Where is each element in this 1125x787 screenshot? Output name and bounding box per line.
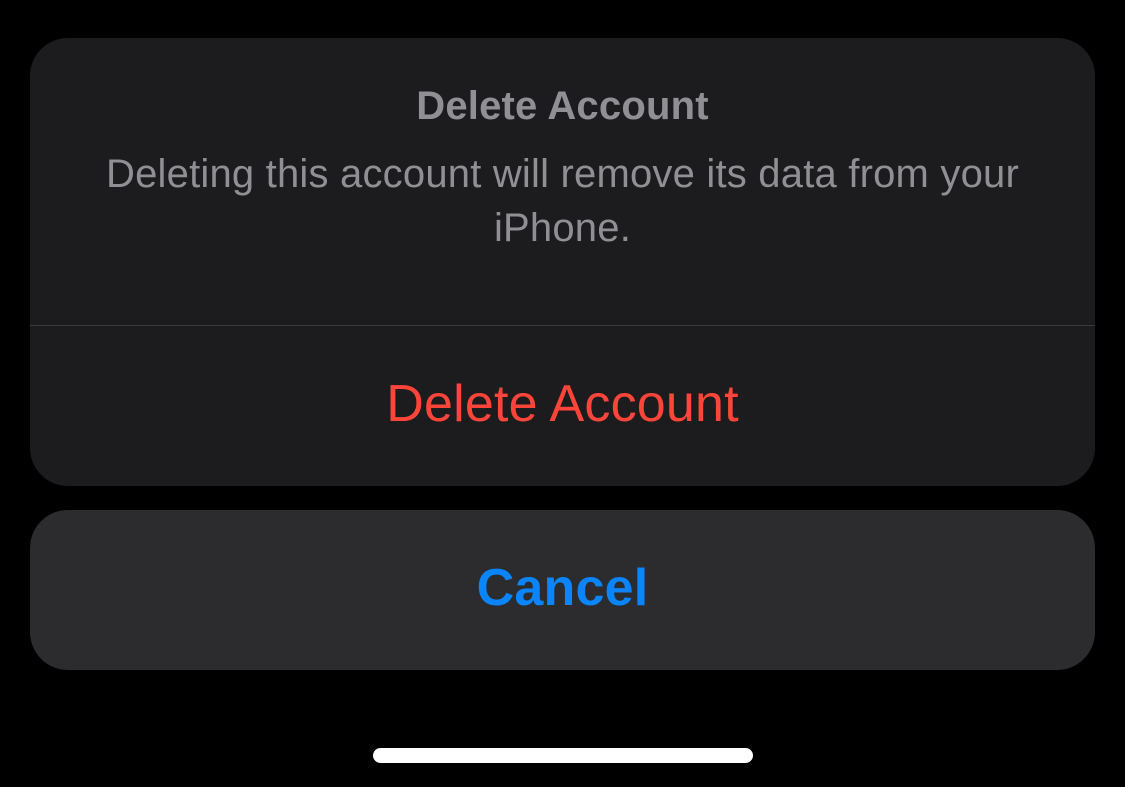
action-sheet-title: Delete Account [90,84,1035,129]
home-indicator[interactable] [373,748,753,763]
action-sheet-message: Deleting this account will remove its da… [90,147,1035,255]
action-sheet-container: Delete Account Deleting this account wil… [30,38,1095,670]
action-sheet: Delete Account Deleting this account wil… [30,38,1095,486]
cancel-sheet: Cancel [30,510,1095,670]
cancel-button[interactable]: Cancel [30,510,1095,670]
delete-account-button[interactable]: Delete Account [30,326,1095,486]
action-sheet-header: Delete Account Deleting this account wil… [30,38,1095,325]
